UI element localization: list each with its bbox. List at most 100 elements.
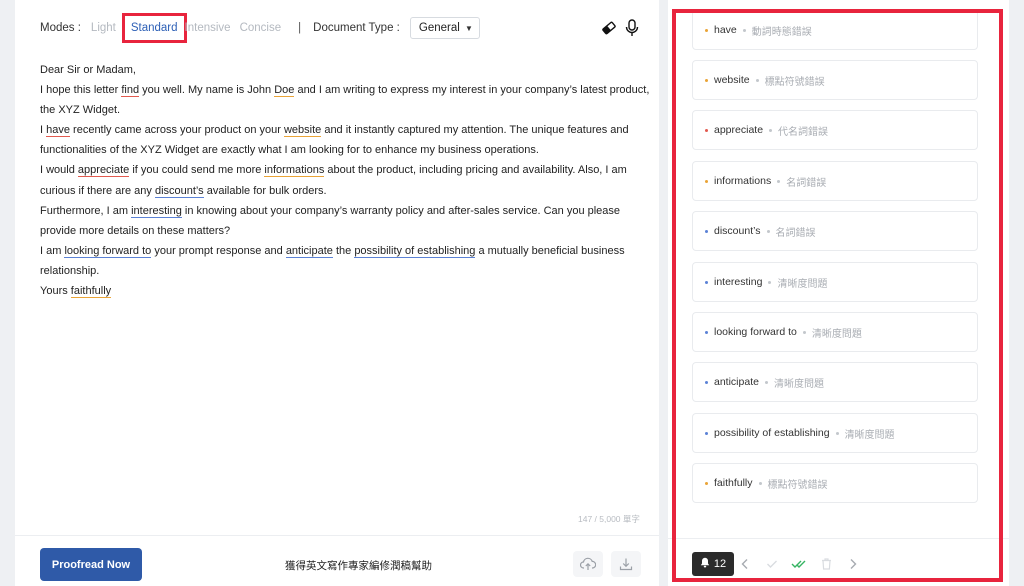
word-counter: 147 / 5,000 單字 bbox=[578, 514, 640, 524]
document-text[interactable]: Dear Sir or Madam, I hope this letter fi… bbox=[40, 60, 650, 301]
check-icon[interactable] bbox=[762, 554, 782, 574]
suggestion-category: 名詞錯誤 bbox=[786, 177, 827, 189]
flag-interesting[interactable]: interesting bbox=[131, 204, 182, 218]
suggestion-card[interactable]: discount’s 名詞錯誤 bbox=[692, 211, 978, 251]
flag-informations[interactable]: informations bbox=[264, 164, 325, 178]
separator-dot bbox=[777, 179, 781, 183]
doc-paragraph: I would appreciate if you could send me … bbox=[40, 164, 627, 198]
separator-dot bbox=[769, 128, 773, 132]
severity-dot bbox=[705, 78, 708, 82]
suggestion-category: 清晰度問題 bbox=[844, 429, 895, 441]
doctype-value: General bbox=[418, 22, 460, 34]
suggestion-category: 標點符號錯誤 bbox=[764, 76, 825, 88]
suggestion-word: have bbox=[714, 24, 737, 36]
separator-dot bbox=[755, 78, 759, 82]
suggestion-word: faithfully bbox=[714, 477, 753, 489]
proofread-now-button[interactable]: Proofread Now bbox=[40, 548, 142, 581]
toolbar-separator: | bbox=[298, 22, 302, 34]
download-icon[interactable] bbox=[611, 551, 641, 577]
severity-dot bbox=[705, 128, 708, 132]
eraser-icon[interactable] bbox=[599, 18, 619, 38]
severity-dot bbox=[705, 229, 708, 233]
promo-link[interactable]: 獲得英文寫作專家編修潤稿幫助 bbox=[285, 558, 432, 573]
suggestion-word: discount’s bbox=[714, 225, 761, 237]
severity-dot bbox=[705, 481, 708, 485]
severity-dot bbox=[705, 431, 708, 435]
flag-appreciate[interactable]: appreciate bbox=[77, 164, 130, 178]
suggestion-card[interactable]: possibility of establishing 清晰度問題 bbox=[692, 413, 978, 453]
suggestion-card[interactable]: website 標點符號錯誤 bbox=[692, 60, 978, 100]
severity-dot bbox=[705, 380, 708, 384]
suggestion-word: interesting bbox=[714, 276, 763, 288]
issue-count: 12 bbox=[713, 558, 727, 570]
doctype-label: Document Type : bbox=[313, 22, 400, 34]
flag-doe[interactable]: Doe bbox=[274, 84, 295, 98]
mode-concise[interactable]: Concise bbox=[240, 22, 282, 34]
doc-line-closing: Yours faithfully bbox=[40, 285, 112, 299]
modes-label: Modes : bbox=[40, 22, 81, 34]
suggestion-card[interactable]: appreciate 代名詞錯誤 bbox=[692, 110, 978, 150]
chevron-right-icon[interactable] bbox=[843, 554, 863, 574]
separator-dot bbox=[835, 431, 839, 435]
suggestion-card[interactable]: interesting 清晰度問題 bbox=[692, 262, 978, 302]
mode-standard[interactable]: Standard bbox=[121, 13, 187, 43]
suggestion-word: informations bbox=[714, 175, 772, 187]
suggestion-card[interactable]: looking forward to 清晰度問題 bbox=[692, 312, 978, 352]
doc-paragraph: Furthermore, I am interesting in knowing… bbox=[40, 204, 621, 237]
severity-dot bbox=[705, 330, 708, 334]
suggestion-word: website bbox=[714, 74, 750, 86]
flag-possibility-of-establishing[interactable]: possibility of establishing bbox=[354, 244, 476, 258]
suggestion-category: 名詞錯誤 bbox=[775, 227, 816, 239]
flag-have[interactable]: have bbox=[46, 124, 70, 138]
mode-toolbar: Modes : Light Standard Intensive Concise… bbox=[15, 0, 659, 56]
separator-dot bbox=[764, 380, 768, 384]
suggestion-word: anticipate bbox=[714, 376, 759, 388]
doctype-select[interactable]: General ▼ bbox=[409, 17, 480, 39]
separator-dot bbox=[766, 229, 770, 233]
severity-dot bbox=[705, 28, 708, 32]
flag-find[interactable]: find bbox=[121, 84, 140, 98]
suggestion-card[interactable]: informations 名詞錯誤 bbox=[692, 161, 978, 201]
suggestion-word: possibility of establishing bbox=[714, 427, 830, 439]
suggestion-card[interactable]: anticipate 清晰度問題 bbox=[692, 362, 978, 402]
suggestions-panel: have 動詞時態錯誤 website 標點符號錯誤 appreciate 代名… bbox=[668, 0, 1009, 586]
flag-looking-forward-to[interactable]: looking forward to bbox=[64, 244, 152, 258]
severity-dot bbox=[705, 179, 708, 183]
suggestion-card[interactable]: have 動詞時態錯誤 bbox=[692, 10, 978, 50]
suggestion-card[interactable]: faithfully 標點符號錯誤 bbox=[692, 463, 978, 503]
microphone-icon[interactable] bbox=[622, 18, 642, 38]
double-check-icon[interactable] bbox=[789, 554, 809, 574]
flag-anticipate[interactable]: anticipate bbox=[285, 244, 333, 258]
separator-dot bbox=[768, 280, 772, 284]
editor-footer: Proofread Now 獲得英文寫作專家編修潤稿幫助 bbox=[15, 535, 659, 586]
trash-icon[interactable] bbox=[816, 554, 836, 574]
suggestion-word: appreciate bbox=[714, 124, 764, 136]
chevron-left-icon[interactable] bbox=[735, 554, 755, 574]
cloud-upload-icon[interactable] bbox=[573, 551, 603, 577]
severity-dot bbox=[705, 280, 708, 284]
suggestion-footer: 12 bbox=[668, 538, 1009, 586]
doc-line-greeting: Dear Sir or Madam, bbox=[40, 64, 136, 76]
suggestion-category: 清晰度問題 bbox=[811, 328, 862, 340]
mode-light[interactable]: Light bbox=[91, 22, 116, 34]
notification-count-button[interactable]: 12 bbox=[692, 552, 734, 576]
bell-icon bbox=[700, 557, 710, 571]
doc-paragraph: I have recently came across your product… bbox=[40, 124, 629, 157]
suggestion-category: 代名詞錯誤 bbox=[778, 126, 829, 138]
suggestion-word: looking forward to bbox=[714, 326, 797, 338]
doc-paragraph: I hope this letter find you well. My nam… bbox=[40, 84, 650, 117]
flag-faithfully[interactable]: faithfully bbox=[70, 285, 112, 299]
separator-dot bbox=[802, 330, 806, 334]
suggestion-category: 標點符號錯誤 bbox=[767, 479, 828, 491]
suggestion-category: 動詞時態錯誤 bbox=[751, 26, 812, 38]
flag-discounts[interactable]: discount’s bbox=[154, 184, 204, 198]
separator-dot bbox=[758, 481, 762, 485]
mode-intensive[interactable]: Intensive bbox=[185, 22, 231, 34]
doc-paragraph: I am looking forward to your prompt resp… bbox=[40, 244, 625, 277]
suggestion-category: 清晰度問題 bbox=[773, 378, 824, 390]
chevron-down-icon: ▼ bbox=[464, 23, 473, 33]
editor-panel: Modes : Light Standard Intensive Concise… bbox=[15, 0, 659, 586]
flag-website[interactable]: website bbox=[283, 124, 322, 138]
separator-dot bbox=[742, 28, 746, 32]
suggestion-category: 清晰度問題 bbox=[777, 278, 828, 290]
